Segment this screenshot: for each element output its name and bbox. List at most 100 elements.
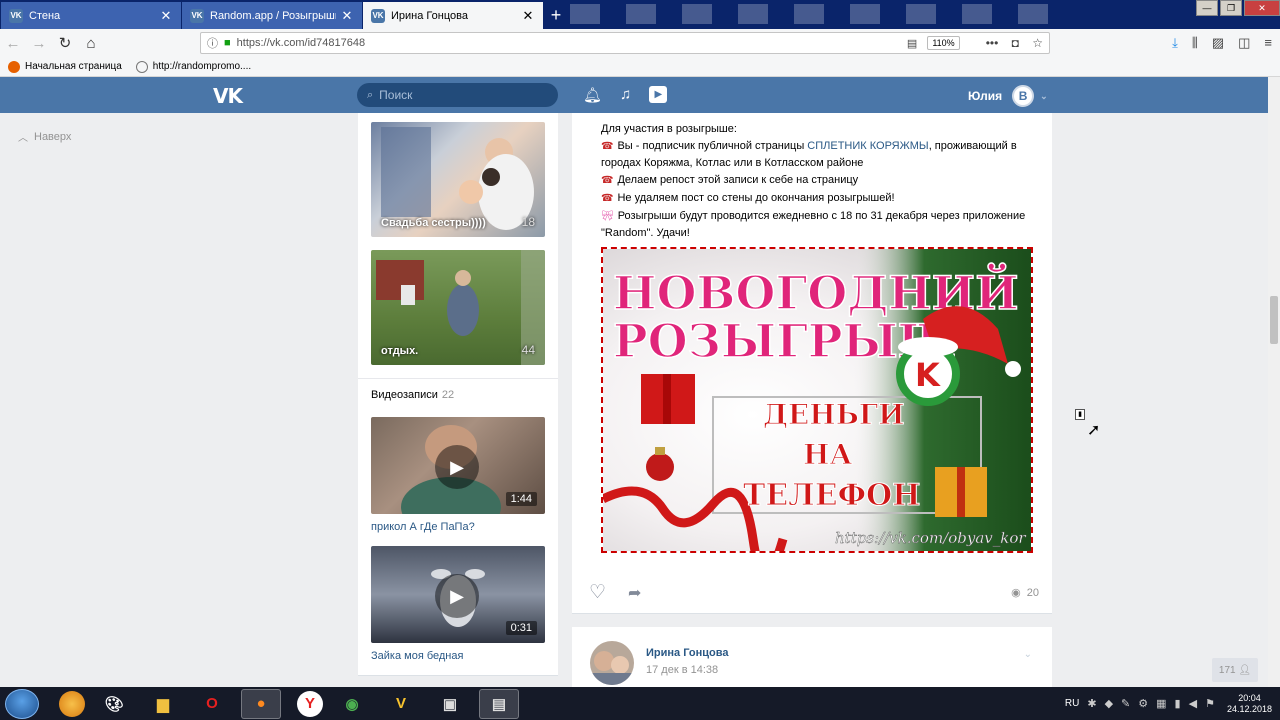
reload-icon[interactable]: ↻	[52, 34, 78, 52]
vk-logo[interactable]: VK	[213, 84, 243, 108]
phone-icon: ☎	[601, 175, 614, 187]
videos-count: 22	[441, 389, 455, 401]
opera-icon[interactable]: O	[192, 689, 232, 719]
volume-icon[interactable]: ◀	[1189, 697, 1197, 710]
bookmarks-bar: Начальная страница http://randompromo...…	[0, 57, 1280, 77]
browser-tab-active[interactable]: VK Ирина Гонцова ✕	[363, 2, 543, 29]
back-to-top[interactable]: ︿ Наверх	[18, 129, 72, 145]
banner-text-2: НА	[803, 438, 852, 471]
language-indicator[interactable]: RU	[1065, 698, 1079, 709]
sync-icon[interactable]: ▨	[1212, 35, 1224, 51]
new-tab-button[interactable]: +	[543, 2, 569, 29]
tray-icon[interactable]: ✎	[1121, 697, 1130, 710]
video-duration: 1:44	[505, 492, 537, 506]
firefox-icon[interactable]: ●	[241, 688, 281, 719]
divider	[358, 378, 558, 379]
wall-post: Для участия в розыгрыше: ☎ Вы - подписчик…	[572, 113, 1052, 613]
album-thumb[interactable]: отдых. 44	[371, 250, 545, 365]
album-thumb[interactable]: Свадьба сестры)))) 18	[371, 122, 545, 237]
bookmark-item[interactable]: http://randompromo....	[135, 60, 251, 73]
url-text[interactable]: https://vk.com/id74817648	[237, 37, 907, 49]
online-count: 171	[1218, 664, 1236, 676]
post-line: ☎ Вы - подписчик публичной страницы СПЛЕТ…	[601, 139, 1017, 170]
video-thumb[interactable]: ▶ 0:31	[371, 546, 545, 643]
yandex-icon[interactable]: Y	[297, 690, 323, 717]
avatar[interactable]	[590, 641, 634, 685]
post-intro: Для участия в розыгрыше:	[601, 123, 737, 135]
zoom-level[interactable]: 110%	[927, 36, 960, 50]
minimize-button[interactable]: —	[1196, 0, 1218, 16]
page-scrollbar[interactable]	[1268, 77, 1280, 687]
vk-search[interactable]: ⌕	[357, 83, 558, 107]
globe-icon	[135, 60, 148, 73]
video-title-link[interactable]: прикол А гДе ПаПа?	[371, 521, 475, 533]
heart-icon[interactable]: ♡	[589, 581, 606, 604]
tray-icon[interactable]: ✱	[1087, 697, 1096, 710]
videos-header[interactable]: Видеозаписи 22	[371, 389, 454, 401]
home-icon[interactable]: ⌂	[78, 35, 104, 52]
flag-icon[interactable]: ⚑	[1205, 697, 1215, 710]
clock-date: 24.12.2018	[1226, 703, 1272, 714]
info-icon[interactable]: ⓘ	[207, 35, 218, 51]
maximize-button[interactable]: ❐	[1220, 0, 1242, 16]
url-bar[interactable]: ⓘ ■ https://vk.com/id74817648 ▤ 110% •••…	[200, 32, 1050, 54]
bookmark-star-icon[interactable]: ☆	[1032, 36, 1043, 50]
online-counter[interactable]: 171 👤︎	[1212, 658, 1258, 682]
tab-title: Random.app / Розыгрыши пр	[210, 9, 336, 22]
page-actions-icon[interactable]: •••	[986, 36, 999, 50]
recorder-icon[interactable]: ▤	[479, 688, 519, 719]
play-icon[interactable]: ▶	[649, 86, 668, 103]
cursor-indicator-icon: ▮	[1075, 409, 1085, 420]
window-icon[interactable]: ▣	[430, 689, 470, 719]
download-icon[interactable]: ⤓	[1172, 35, 1178, 51]
window-close-button[interactable]: ✕	[1244, 0, 1280, 16]
back-to-top-label: Наверх	[34, 130, 72, 143]
library-icon[interactable]: ⫼	[1192, 35, 1198, 51]
network-icon[interactable]: ▮	[1175, 697, 1181, 710]
profile-side-column: Свадьба сестры)))) 18 отдых. 44 Видеозап…	[358, 113, 558, 675]
album-count: 44	[521, 343, 535, 357]
app-icon[interactable]	[59, 690, 85, 717]
close-icon[interactable]: ✕	[159, 8, 173, 24]
post-image[interactable]: НОВОГОДНИЙ РОЗЫГРЫШ K ДЕНЬГИ НА ТЕЛЕФОН …	[601, 247, 1033, 553]
bell-icon[interactable]: 🔔︎	[583, 86, 602, 104]
sidebar-icon[interactable]: ◫	[1238, 35, 1250, 51]
forward-arrow-icon[interactable]: →	[26, 35, 52, 52]
video-title-link[interactable]: Зайка моя бедная	[371, 650, 463, 662]
play-icon[interactable]: ▶	[435, 445, 479, 489]
start-button[interactable]	[5, 688, 39, 719]
vegas-icon[interactable]: V	[381, 689, 421, 719]
scrollbar-thumb[interactable]	[1270, 296, 1278, 344]
paint-icon[interactable]: 🎨︎	[94, 689, 134, 719]
close-icon[interactable]: ✕	[340, 8, 354, 24]
user-name: Юлия	[968, 89, 1003, 103]
video-thumb[interactable]: ▶ 1:44	[371, 417, 545, 514]
search-input[interactable]	[379, 88, 540, 102]
browser-tab[interactable]: VK Random.app / Розыгрыши пр ✕	[182, 2, 362, 29]
tray-icon[interactable]: ▦	[1156, 697, 1166, 710]
back-arrow-icon[interactable]: ←	[0, 35, 26, 52]
tray-icon[interactable]: ◆	[1105, 697, 1113, 710]
reader-view-icon[interactable]: ▤	[907, 37, 917, 50]
close-icon[interactable]: ✕	[521, 8, 535, 24]
share-icon[interactable]: ➦	[628, 583, 641, 603]
tray-icon[interactable]: ⚙	[1138, 697, 1148, 710]
chrome-icon[interactable]: ◉	[332, 689, 372, 719]
user-menu[interactable]: Юлия В ⌄	[968, 85, 1048, 107]
post-author[interactable]: Ирина Гонцова	[646, 647, 728, 659]
music-icon[interactable]: ♫	[620, 86, 631, 104]
views-counter: ◉ 20	[1011, 586, 1039, 600]
chevron-down-icon[interactable]: ⌄	[1024, 649, 1032, 660]
play-icon[interactable]: ▶	[435, 574, 479, 618]
bookmark-label: Начальная страница	[25, 61, 122, 72]
bookmark-item[interactable]: Начальная страница	[8, 60, 122, 73]
video-duration: 0:31	[505, 621, 537, 635]
browser-tab[interactable]: VK Стена ✕	[1, 2, 181, 29]
menu-icon[interactable]: ≡	[1264, 35, 1272, 51]
group-link[interactable]: СПЛЕТНИК КОРЯЖМЫ	[807, 140, 928, 152]
pocket-icon[interactable]: ◘	[1012, 36, 1019, 50]
chevron-up-icon: ︿	[18, 133, 28, 144]
post-date[interactable]: 17 дек в 14:38	[646, 664, 718, 676]
folder-icon[interactable]: ▆	[143, 689, 183, 719]
clock[interactable]: 20:04 24.12.2018	[1227, 693, 1272, 715]
